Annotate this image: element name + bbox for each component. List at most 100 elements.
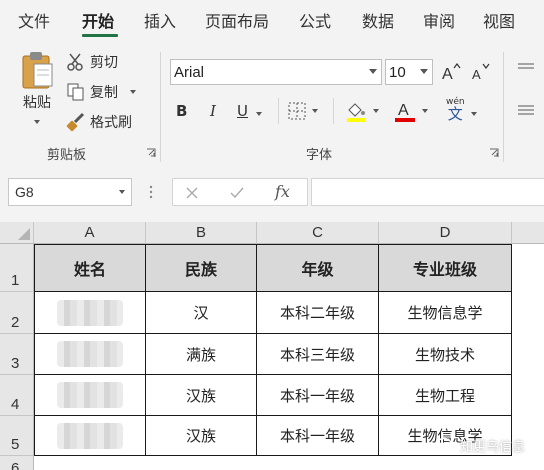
tab-insert[interactable]: 插入: [144, 8, 176, 32]
tab-file[interactable]: 文件: [18, 8, 50, 32]
fill-color-button[interactable]: [345, 100, 379, 122]
name-cell[interactable]: [35, 292, 146, 334]
ethnicity-cell[interactable]: 满族: [146, 334, 257, 375]
insert-function-button[interactable]: fx: [275, 182, 290, 201]
name-cell[interactable]: [35, 334, 146, 375]
copy-icon: [67, 83, 84, 101]
column-header-e[interactable]: [512, 222, 544, 244]
row-number: 5: [11, 436, 20, 453]
chevron-down-icon: [34, 120, 40, 124]
tab-home[interactable]: 开始: [82, 8, 114, 32]
svg-text:A: A: [442, 66, 453, 82]
font-name-select[interactable]: Arial: [170, 59, 382, 85]
row-header-5[interactable]: 5: [0, 416, 34, 456]
tab-view[interactable]: 视图: [483, 8, 515, 32]
corner-triangle-icon: [18, 228, 30, 240]
row-number: 1: [11, 272, 20, 289]
header-cell-grade[interactable]: 年级: [257, 245, 379, 292]
align-top-icon[interactable]: [516, 62, 536, 76]
decrease-font-icon: A: [472, 63, 490, 82]
grade-cell[interactable]: 本科三年级: [257, 334, 379, 375]
watermark: 知更鸟信息: [436, 436, 525, 455]
active-tab-indicator: [82, 34, 118, 37]
row-number: 2: [11, 314, 20, 331]
major-cell[interactable]: 生物信息学: [379, 292, 512, 334]
grade-cell[interactable]: 本科一年级: [257, 375, 379, 416]
dialog-launcher-icon[interactable]: [146, 148, 156, 158]
more-options-icon[interactable]: [148, 184, 154, 200]
font-color-button[interactable]: A: [394, 100, 428, 122]
ethnicity-cell[interactable]: 汉: [146, 292, 257, 334]
chevron-down-icon: [369, 69, 377, 74]
dialog-launcher-icon[interactable]: [489, 148, 499, 158]
name-box[interactable]: G8: [8, 178, 132, 206]
cancel-icon[interactable]: [185, 186, 199, 200]
chevron-down-icon[interactable]: [471, 112, 477, 116]
wechat-icon: [436, 437, 456, 453]
phonetic-guide-button[interactable]: wén 文: [446, 98, 465, 122]
chevron-down-icon[interactable]: [256, 112, 262, 116]
cut-button[interactable]: 剪切: [66, 52, 118, 72]
paintbrush-icon: [66, 112, 85, 132]
formula-input[interactable]: [311, 178, 544, 206]
row-header-3[interactable]: 3: [0, 334, 34, 375]
header-cell-name[interactable]: 姓名: [35, 245, 146, 292]
clipboard-group-label: 剪贴板: [47, 148, 87, 163]
cell-reference: G8: [15, 184, 34, 200]
grade-cell[interactable]: 本科一年级: [257, 416, 379, 456]
ribbon-tab-bar: 文件 开始 插入 页面布局 公式 数据 审阅 视图: [0, 0, 544, 42]
ethnicity-cell[interactable]: 汉族: [146, 375, 257, 416]
column-header-c[interactable]: C: [257, 222, 379, 244]
row-header-2[interactable]: 2: [0, 292, 34, 334]
column-header-d[interactable]: D: [379, 222, 512, 244]
decrease-font-size-button[interactable]: A: [470, 62, 490, 82]
tab-page-layout[interactable]: 页面布局: [205, 8, 269, 32]
scissors-icon: [67, 53, 83, 71]
grade-cell[interactable]: 本科二年级: [257, 292, 379, 334]
italic-button[interactable]: I: [210, 102, 216, 120]
row-number: 3: [11, 355, 20, 372]
column-header-b[interactable]: B: [146, 222, 257, 244]
format-painter-button[interactable]: 格式刷: [66, 112, 132, 132]
chevron-down-icon: [312, 109, 318, 113]
check-icon[interactable]: [229, 186, 245, 200]
name-cell[interactable]: [35, 375, 146, 416]
borders-button[interactable]: [288, 102, 318, 120]
formula-bar: G8 fx: [0, 164, 544, 222]
paste-button[interactable]: 粘贴: [14, 50, 60, 136]
tab-data[interactable]: 数据: [362, 8, 394, 32]
copy-button[interactable]: 复制: [66, 82, 136, 102]
clipboard-icon: [22, 52, 53, 89]
row-header-6[interactable]: 6: [0, 456, 34, 470]
row-header-1[interactable]: 1: [0, 244, 34, 292]
paste-label: 粘贴: [23, 95, 51, 111]
tab-review[interactable]: 审阅: [423, 8, 455, 32]
row-header-4[interactable]: 4: [0, 375, 34, 416]
tab-formulas[interactable]: 公式: [299, 8, 331, 32]
phonetic-char: 文: [447, 105, 463, 123]
blurred-name: [57, 341, 123, 367]
chevron-down-icon: [420, 69, 428, 74]
align-left-icon[interactable]: [516, 104, 536, 118]
name-cell[interactable]: [35, 416, 146, 456]
underline-button[interactable]: U: [237, 102, 248, 120]
increase-font-size-button[interactable]: A: [441, 62, 461, 82]
svg-text:A: A: [472, 67, 481, 82]
ethnicity-cell[interactable]: 汉族: [146, 416, 257, 456]
font-size-select[interactable]: 10: [385, 59, 433, 85]
major-cell[interactable]: 生物技术: [379, 334, 512, 375]
format-painter-label: 格式刷: [90, 115, 132, 131]
major-cell[interactable]: 生物工程: [379, 375, 512, 416]
watermark-text: 知更鸟信息: [460, 440, 526, 455]
blurred-name: [57, 382, 123, 408]
header-cell-major[interactable]: 专业班级: [379, 245, 512, 292]
border-icon: [288, 102, 306, 120]
copy-label: 复制: [90, 85, 118, 101]
chevron-down-icon: [422, 109, 428, 113]
group-separator: [160, 52, 161, 162]
column-header-a[interactable]: A: [34, 222, 146, 244]
bold-button[interactable]: B: [176, 102, 187, 120]
select-all-corner[interactable]: [0, 222, 34, 244]
header-cell-ethnicity[interactable]: 民族: [146, 245, 257, 292]
group-separator: [278, 98, 279, 124]
